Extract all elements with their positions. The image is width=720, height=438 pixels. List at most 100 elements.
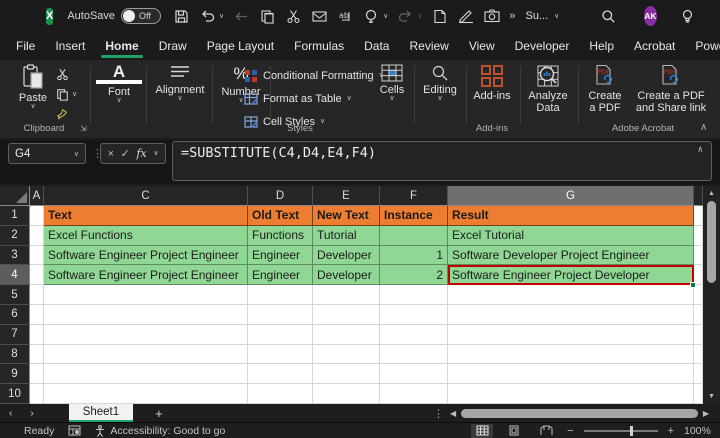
cell-C1[interactable]: Text bbox=[44, 206, 248, 226]
scroll-right-icon[interactable]: ▶ bbox=[700, 409, 712, 418]
autosave-toggle[interactable]: AutoSave Off bbox=[67, 8, 161, 24]
cell-A2[interactable] bbox=[30, 226, 44, 246]
undo-icon[interactable] bbox=[199, 8, 216, 25]
tab-file[interactable]: File bbox=[14, 34, 37, 58]
row-header-7[interactable]: 7 bbox=[0, 325, 30, 345]
row-header-6[interactable]: 6 bbox=[0, 305, 30, 325]
cell-h3[interactable] bbox=[694, 246, 703, 266]
cell-D1[interactable]: Old Text bbox=[248, 206, 313, 226]
row-header-5[interactable]: 5 bbox=[0, 285, 30, 305]
vertical-scrollbar[interactable]: ▲ ▼ bbox=[703, 186, 720, 404]
cell-A9[interactable] bbox=[30, 364, 44, 384]
column-header-e[interactable]: E bbox=[313, 186, 380, 206]
cell-D6[interactable] bbox=[248, 305, 313, 325]
sheet-tab-sheet1[interactable]: Sheet1 bbox=[69, 404, 133, 422]
row-header-4[interactable]: 4 bbox=[0, 265, 30, 285]
tab-help[interactable]: Help bbox=[587, 34, 616, 58]
zoom-level[interactable]: 100% bbox=[684, 425, 714, 437]
draw-icon[interactable] bbox=[457, 8, 474, 25]
alignment-button[interactable]: Alignment∨ bbox=[152, 64, 208, 102]
zoom-in-button[interactable]: + bbox=[668, 425, 674, 437]
column-header-d[interactable]: D bbox=[248, 186, 313, 206]
select-all-corner[interactable] bbox=[0, 186, 30, 206]
minimize-button[interactable]: − bbox=[708, 2, 720, 30]
cell-D5[interactable] bbox=[248, 285, 313, 305]
row-header-10[interactable]: 10 bbox=[0, 384, 30, 404]
format-as-table-button[interactable]: Format as Table∨ bbox=[244, 89, 352, 109]
cell-G3[interactable]: Software Developer Project Engineer bbox=[448, 246, 694, 266]
normal-view-button[interactable] bbox=[471, 424, 493, 438]
cell-D8[interactable] bbox=[248, 345, 313, 365]
column-header-a[interactable]: A bbox=[30, 186, 44, 206]
new-document-icon[interactable] bbox=[431, 8, 448, 25]
cell-F5[interactable] bbox=[380, 285, 448, 305]
row-header-9[interactable]: 9 bbox=[0, 364, 30, 384]
cell-D2[interactable]: Functions bbox=[248, 226, 313, 246]
tab-insert[interactable]: Insert bbox=[53, 34, 87, 58]
cell-D9[interactable] bbox=[248, 364, 313, 384]
cell-D4[interactable]: Engineer bbox=[248, 265, 313, 285]
cell-C2[interactable]: Excel Functions bbox=[44, 226, 248, 246]
qat-overflow-icon[interactable]: » bbox=[509, 10, 515, 22]
formula-input[interactable]: =SUBSTITUTE(C4,D4,E4,F4) ∧ bbox=[172, 141, 712, 181]
cell-F9[interactable] bbox=[380, 364, 448, 384]
cut-icon[interactable] bbox=[285, 8, 302, 25]
search-icon[interactable] bbox=[601, 9, 616, 24]
cell-E6[interactable] bbox=[313, 305, 380, 325]
create-pdf-share-button[interactable]: PDF Create a PDFand Share link bbox=[630, 64, 712, 114]
column-header-partial[interactable] bbox=[694, 186, 703, 206]
cell-F6[interactable] bbox=[380, 305, 448, 325]
cell-D7[interactable] bbox=[248, 325, 313, 345]
add-sheet-button[interactable]: + bbox=[133, 406, 185, 421]
cell-E7[interactable] bbox=[313, 325, 380, 345]
cell-E4[interactable]: Developer bbox=[313, 265, 380, 285]
cell-C5[interactable] bbox=[44, 285, 248, 305]
tab-review[interactable]: Review bbox=[407, 34, 450, 58]
tab-developer[interactable]: Developer bbox=[513, 34, 572, 58]
cell-h2[interactable] bbox=[694, 226, 703, 246]
cell-A3[interactable] bbox=[30, 246, 44, 266]
zoom-out-button[interactable]: − bbox=[567, 425, 573, 437]
cell-E5[interactable] bbox=[313, 285, 380, 305]
cell-F7[interactable] bbox=[380, 325, 448, 345]
clipboard-dialog-launcher-icon[interactable]: ⇲ bbox=[80, 124, 87, 133]
insert-function-icon[interactable]: fx bbox=[136, 147, 146, 160]
cell-G5[interactable] bbox=[448, 285, 694, 305]
cell-F4[interactable]: 2 bbox=[380, 265, 448, 285]
cell-h9[interactable] bbox=[694, 364, 703, 384]
cell-h10[interactable] bbox=[694, 384, 703, 404]
cell-A1[interactable] bbox=[30, 206, 44, 226]
vertical-scroll-thumb[interactable] bbox=[707, 201, 716, 283]
copy-button[interactable]: ∨ bbox=[56, 88, 77, 101]
name-box[interactable]: G4 ∨ bbox=[8, 143, 86, 164]
column-header-g[interactable]: G bbox=[448, 186, 694, 206]
cell-F8[interactable] bbox=[380, 345, 448, 365]
camera-icon[interactable] bbox=[483, 8, 500, 25]
cell-h1[interactable] bbox=[694, 206, 703, 226]
cell-C7[interactable] bbox=[44, 325, 248, 345]
cell-C8[interactable] bbox=[44, 345, 248, 365]
cell-C9[interactable] bbox=[44, 364, 248, 384]
horizontal-scrollbar[interactable]: ◀ ▶ bbox=[447, 404, 712, 422]
format-painter-dropdown-icon[interactable]: ∨ bbox=[383, 12, 388, 20]
editing-button[interactable]: Editing∨ bbox=[418, 64, 462, 102]
spelling-icon[interactable]: ab bbox=[337, 8, 354, 25]
horizontal-scroll-thumb[interactable] bbox=[461, 409, 698, 418]
macro-record-icon[interactable] bbox=[68, 425, 81, 436]
cut-button[interactable] bbox=[56, 68, 77, 81]
tab-page-layout[interactable]: Page Layout bbox=[205, 34, 276, 58]
cell-h7[interactable] bbox=[694, 325, 703, 345]
cell-G1[interactable]: Result bbox=[448, 206, 694, 226]
scroll-left-icon[interactable]: ◀ bbox=[447, 409, 459, 418]
cell-A10[interactable] bbox=[30, 384, 44, 404]
cancel-entry-icon[interactable]: × bbox=[108, 148, 114, 160]
add-ins-button[interactable]: Add-ins bbox=[470, 64, 514, 102]
tab-view[interactable]: View bbox=[467, 34, 497, 58]
document-title[interactable]: Su... ∨ bbox=[526, 10, 560, 22]
tab-power-pivot[interactable]: Power Pivot bbox=[693, 34, 720, 58]
collapse-ribbon-icon[interactable]: ∧ bbox=[700, 122, 707, 133]
scroll-up-icon[interactable]: ▲ bbox=[708, 186, 715, 201]
cell-E9[interactable] bbox=[313, 364, 380, 384]
fill-handle[interactable] bbox=[690, 282, 696, 288]
zoom-slider[interactable] bbox=[584, 430, 658, 432]
